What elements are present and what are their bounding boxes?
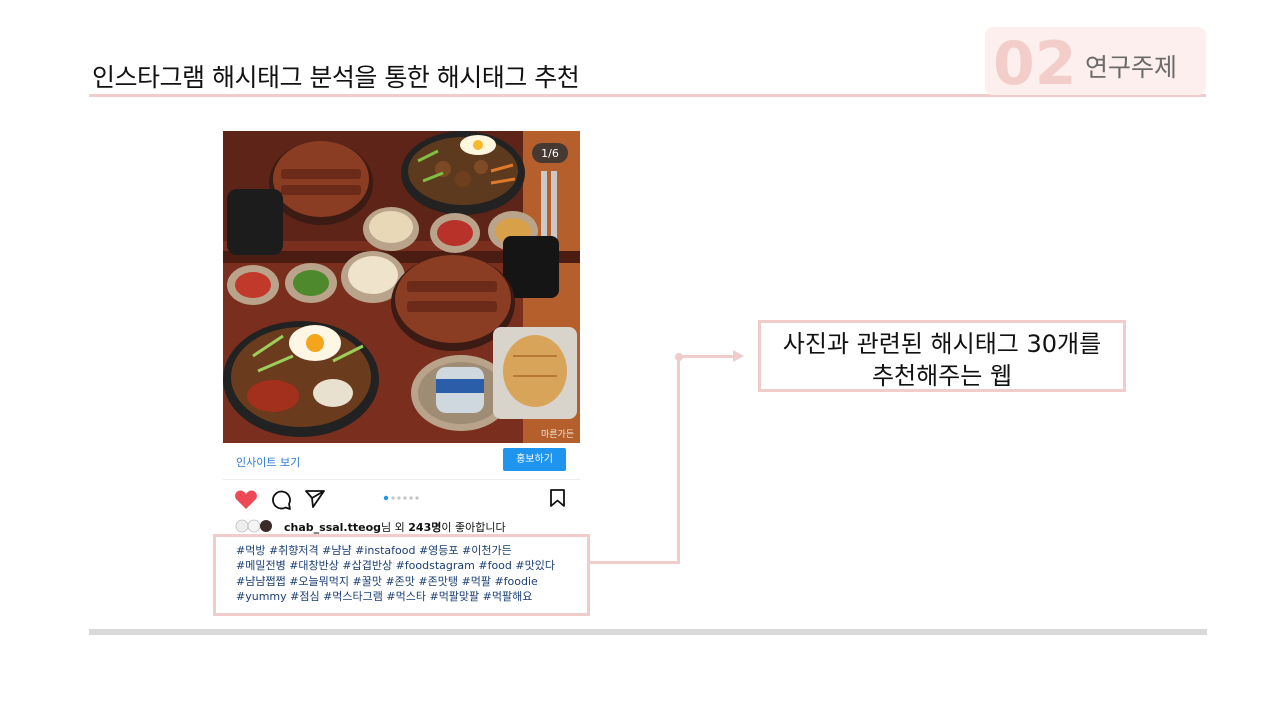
hashtag-highlight-box [213,534,590,616]
post-actions [223,483,580,517]
callout-line-1: 사진과 관련된 해시태그 30개를 [782,330,1102,358]
callout-line-2: 추천해주는 웹 [871,362,1013,390]
likes-suffix: 이 좋아합니다 [441,521,506,534]
bottom-divider [89,629,1207,635]
liker-avatars [235,519,272,533]
section-number: 02 [993,29,1077,99]
share-icon[interactable] [304,489,326,509]
recommendation-callout: 사진과 관련된 해시태그 30개를 추천해주는 웹 [758,320,1126,392]
image-counter: 1/6 [541,147,559,160]
heart-icon[interactable] [234,488,258,510]
connector-line [587,561,680,564]
arrow-head-icon [733,350,744,362]
carousel-dots [383,495,419,501]
likes-count[interactable]: 243명 [408,521,441,534]
promote-button[interactable]: 홍보하기 [503,448,566,471]
bookmark-icon[interactable] [549,488,566,508]
photo-watermark: 마른가든 [541,429,574,440]
food-photo: 1/6 마른가든 [223,131,580,443]
insight-link[interactable]: 인사이트 보기 [236,454,300,470]
likes-mid-text: 님 외 [381,521,409,534]
connector-line [680,355,735,358]
comment-icon[interactable] [270,489,292,511]
connector-line [677,356,680,564]
insight-bar: 인사이트 보기 홍보하기 [223,443,580,480]
slide-title: 인스타그램 해시태그 분석을 통한 해시태그 추천 [92,63,580,92]
liker-username[interactable]: chab_ssal.tteog [284,521,381,534]
section-label: 연구주제 [1085,53,1178,82]
